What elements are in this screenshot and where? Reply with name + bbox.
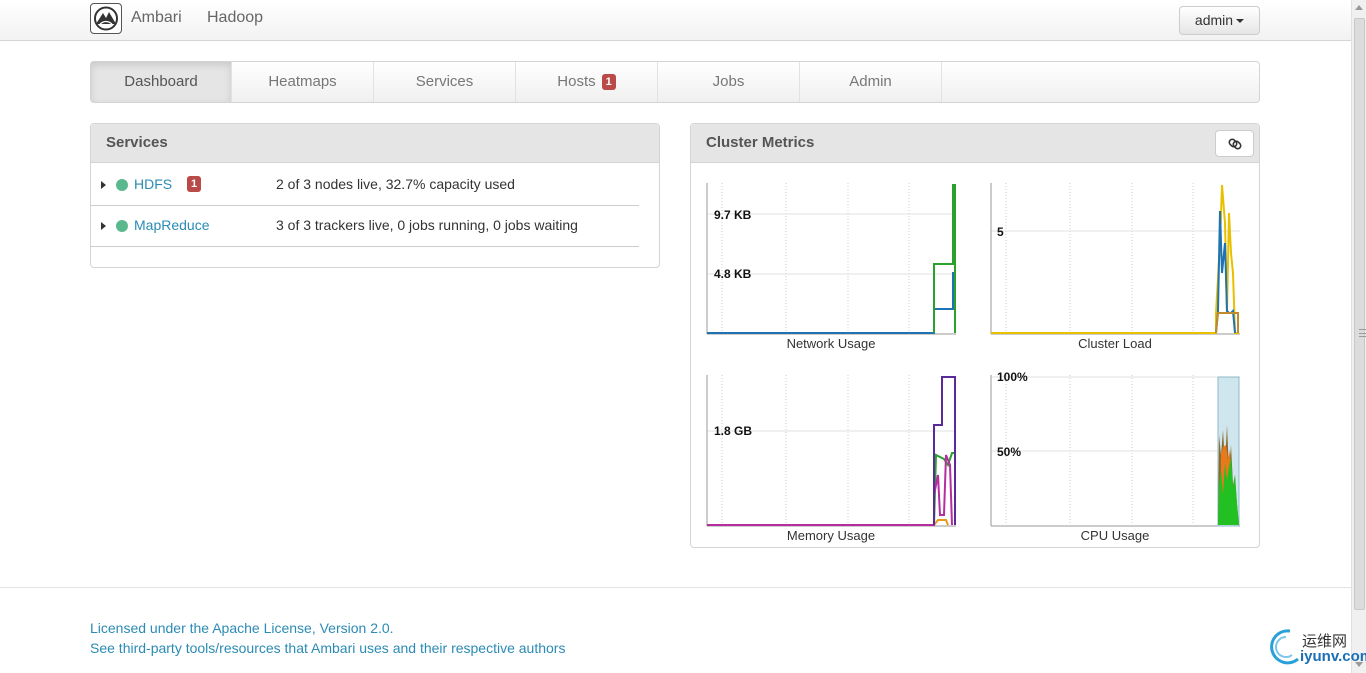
service-status-dot: [116, 220, 128, 232]
watermark-url: iyunv.com: [1300, 648, 1366, 665]
cpu-usage-plot: [990, 375, 1240, 527]
tab-services[interactable]: Services: [374, 62, 516, 102]
expand-caret-icon[interactable]: [101, 222, 106, 230]
main-tabs: Dashboard Heatmaps Services Hosts 1 Jobs …: [90, 61, 1260, 103]
memory-usage-chart[interactable]: 1.8 GB Memory Usage: [706, 375, 956, 543]
cluster-name: Hadoop: [207, 9, 264, 26]
user-menu-label: admin: [1194, 12, 1234, 28]
service-row-mapreduce[interactable]: MapReduce 3 of 3 trackers live, 0 jobs r…: [91, 205, 639, 247]
tab-label: Admin: [849, 73, 892, 90]
memory-usage-plot: [706, 375, 956, 527]
link-icon: [1228, 138, 1242, 150]
cluster-metrics-panel: Cluster Metrics 9.7 KB 4.8 KB Network Us…: [690, 123, 1260, 548]
chart-title: CPU Usage: [1080, 528, 1150, 543]
ambari-logo-icon[interactable]: [90, 3, 122, 34]
grip-icon: [1359, 329, 1366, 337]
network-usage-chart[interactable]: 9.7 KB 4.8 KB Network Usage: [706, 183, 956, 351]
tab-hosts[interactable]: Hosts 1: [516, 62, 658, 102]
footer-divider: [0, 587, 1351, 588]
service-link-mapreduce[interactable]: MapReduce: [134, 217, 210, 233]
y-axis-label: 5: [997, 225, 1004, 239]
scroll-thumb[interactable]: [1354, 18, 1366, 610]
brand-name[interactable]: Ambari: [131, 9, 182, 27]
y-axis-label: 50%: [997, 445, 1022, 459]
service-status-text: 3 of 3 trackers live, 0 jobs running, 0 …: [276, 217, 578, 233]
cluster-load-chart[interactable]: 5 Cluster Load: [990, 183, 1240, 351]
chart-title: Network Usage: [786, 336, 876, 351]
tab-heatmaps[interactable]: Heatmaps: [232, 62, 374, 102]
service-status-text: 2 of 3 nodes live, 32.7% capacity used: [276, 176, 515, 192]
tab-label: Services: [415, 73, 474, 90]
y-axis-label: 100%: [997, 370, 1028, 384]
network-usage-plot: [706, 183, 956, 335]
y-axis-label: 4.8 KB: [714, 267, 752, 281]
y-axis-label: 9.7 KB: [714, 208, 752, 222]
tab-label: Dashboard: [124, 73, 198, 90]
hosts-alert-badge: 1: [601, 74, 616, 91]
user-menu-button[interactable]: admin: [1179, 6, 1260, 35]
chart-title: Cluster Load: [1078, 336, 1152, 351]
cluster-metrics-title: Cluster Metrics: [691, 124, 1259, 163]
scroll-up-arrow-icon[interactable]: [1355, 5, 1363, 10]
cpu-usage-chart[interactable]: 100% 50% CPU Usage: [990, 370, 1240, 543]
services-panel-title: Services: [91, 124, 659, 163]
expand-caret-icon[interactable]: [101, 181, 106, 189]
top-navbar: Ambari Hadoop admin: [0, 0, 1351, 41]
apache-license-link[interactable]: Licensed under the Apache License, Versi…: [90, 620, 394, 636]
y-axis-label: 1.8 GB: [714, 424, 753, 438]
third-party-link[interactable]: See third-party tools/resources that Amb…: [90, 640, 565, 656]
chevron-down-icon: [1236, 19, 1245, 24]
tab-label: Hosts: [557, 73, 596, 90]
service-alert-badge: 1: [187, 176, 202, 192]
services-panel: Services HDFS 1 2 of 3 nodes live, 32.7%…: [90, 123, 660, 268]
chart-title: Memory Usage: [786, 528, 876, 543]
tab-label: Jobs: [712, 73, 745, 90]
tab-label: Heatmaps: [268, 73, 337, 90]
tab-dashboard[interactable]: Dashboard: [91, 62, 232, 102]
link-button[interactable]: [1215, 130, 1254, 157]
service-status-dot: [116, 179, 128, 191]
vertical-scrollbar[interactable]: [1351, 0, 1366, 673]
service-row-hdfs[interactable]: HDFS 1 2 of 3 nodes live, 32.7% capacity…: [91, 164, 639, 206]
tab-admin[interactable]: Admin: [800, 62, 942, 102]
cluster-load-plot: [990, 183, 1240, 335]
tab-jobs[interactable]: Jobs: [658, 62, 800, 102]
service-link-hdfs[interactable]: HDFS: [134, 176, 172, 192]
